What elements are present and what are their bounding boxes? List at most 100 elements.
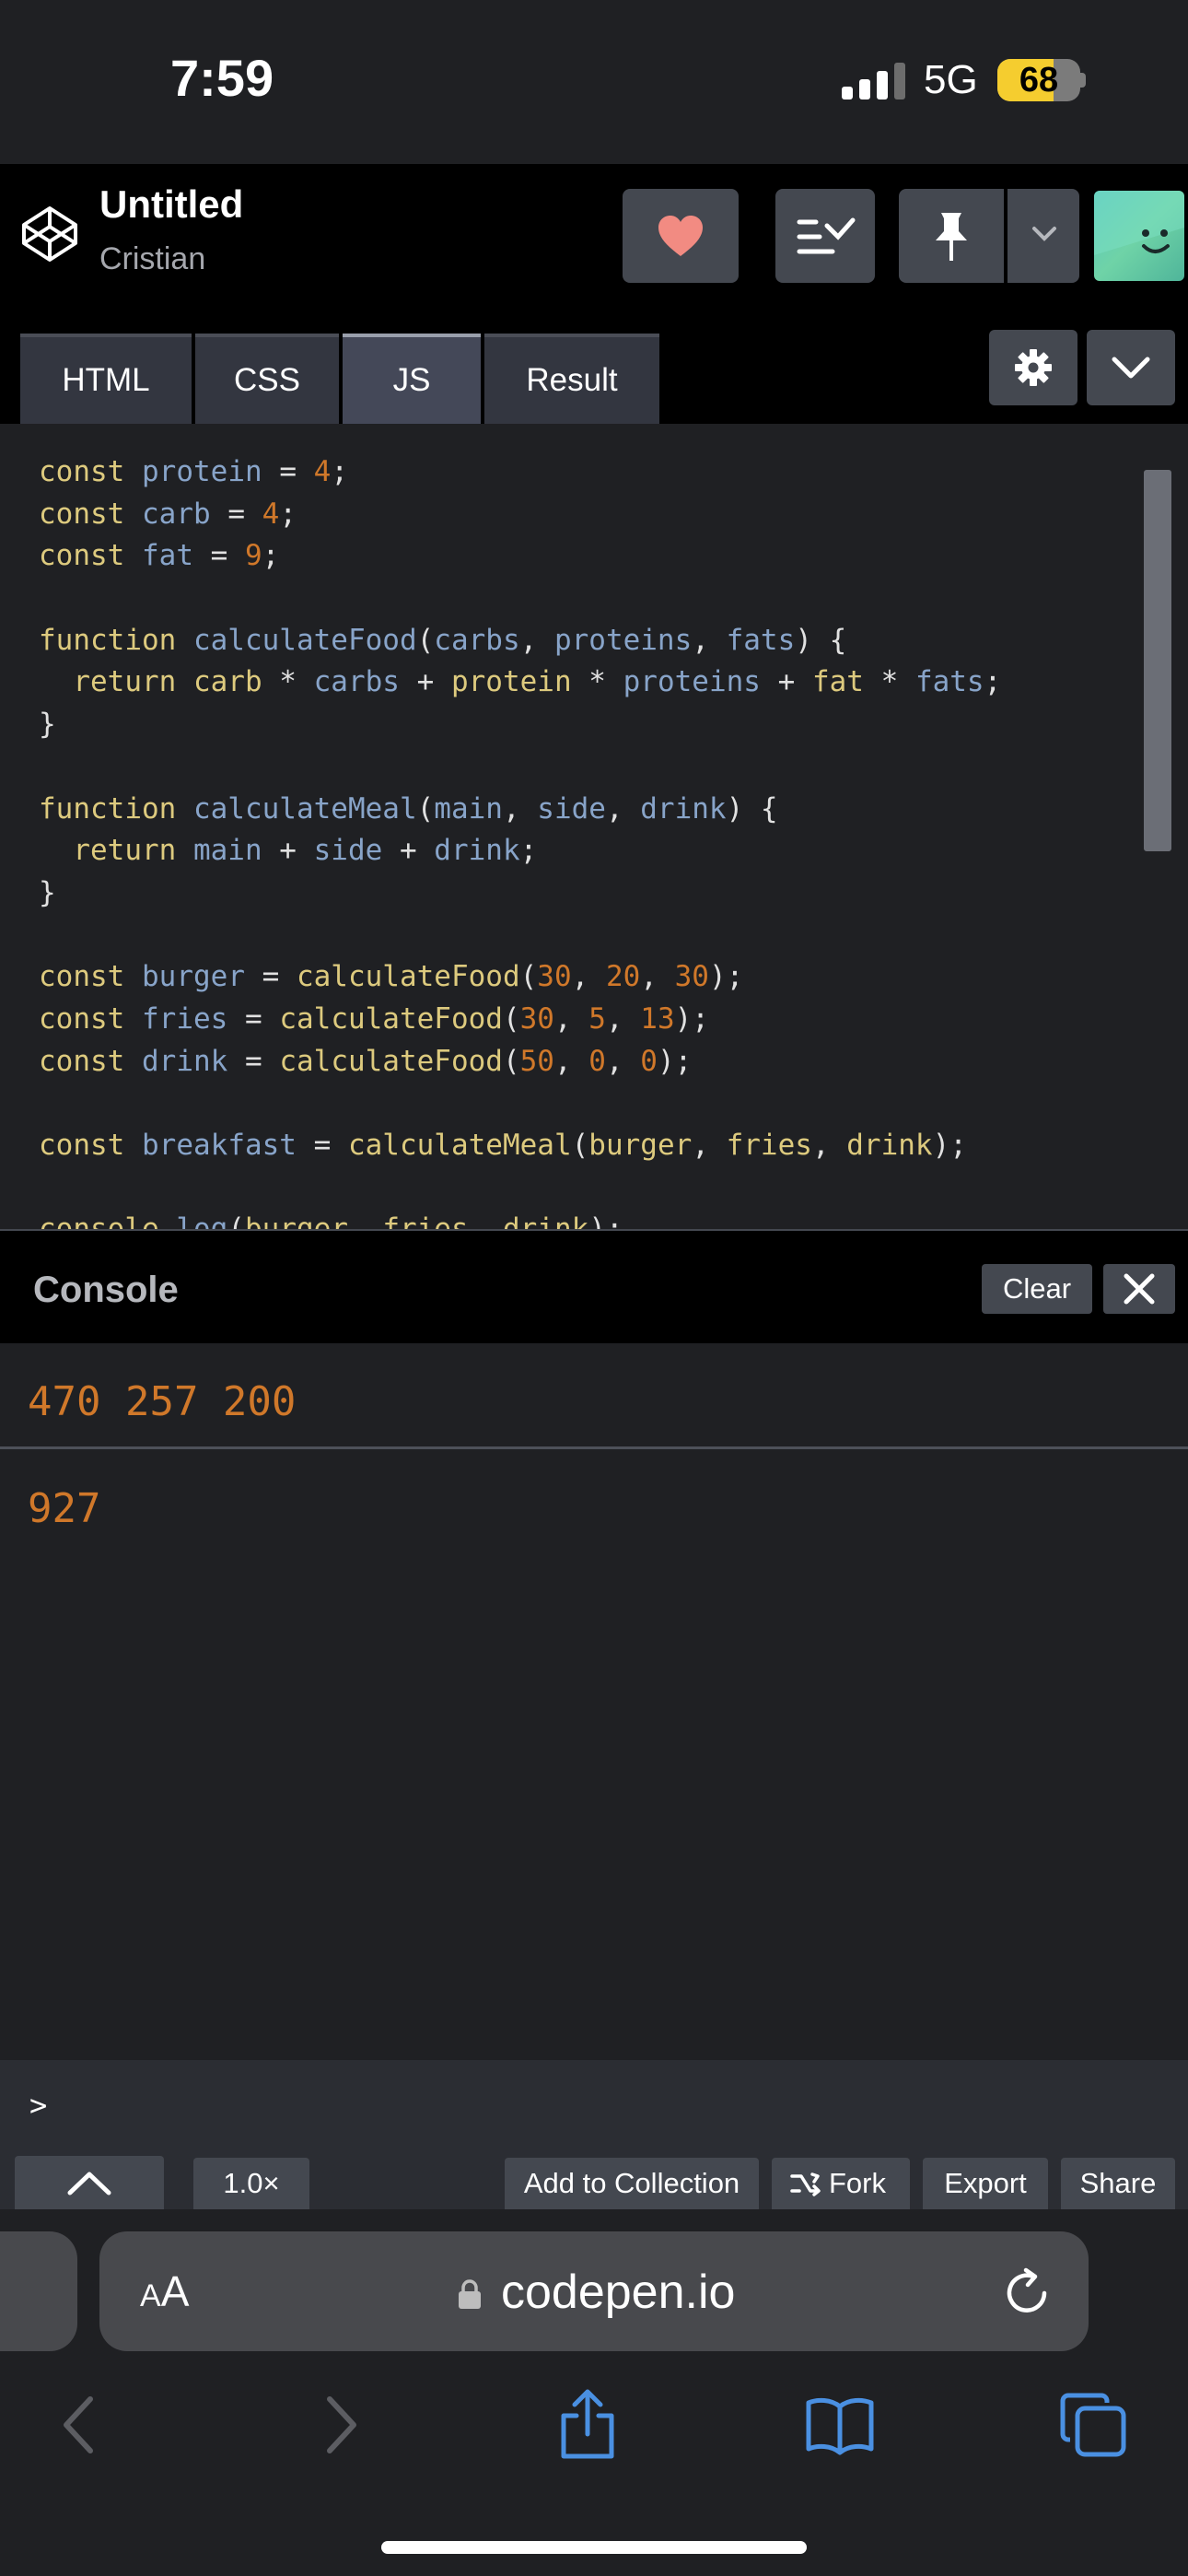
lock-icon xyxy=(459,2279,481,2309)
code-token: * xyxy=(863,665,915,699)
code-line[interactable]: const carb = 4; xyxy=(39,494,1001,536)
fork-icon xyxy=(790,2172,821,2196)
code-token: ); xyxy=(657,1044,693,1078)
code-line[interactable]: const drink = calculateFood(50, 0, 0); xyxy=(39,1041,1001,1083)
code-token: + xyxy=(760,665,812,699)
code-token: ; xyxy=(519,834,538,868)
code-line[interactable]: return main + side + drink; xyxy=(39,830,1001,872)
code-token: calculateMeal xyxy=(347,1129,572,1162)
code-token: ; xyxy=(279,497,297,531)
console-divider xyxy=(0,1446,1188,1449)
code-token: carb xyxy=(192,665,262,699)
code-line[interactable]: } xyxy=(39,872,1001,915)
code-line[interactable]: function calculateMeal(main, side, drink… xyxy=(39,789,1001,831)
tab-html[interactable]: HTML xyxy=(20,334,192,424)
code-token: ( xyxy=(502,1044,520,1078)
code-token: side xyxy=(313,834,383,868)
code-line[interactable] xyxy=(39,1083,1001,1125)
gear-icon xyxy=(1015,349,1052,386)
tab-css[interactable]: CSS xyxy=(195,334,339,424)
cellular-signal-icon xyxy=(842,63,906,100)
forward-icon[interactable] xyxy=(302,2388,376,2462)
console-close-button[interactable] xyxy=(1103,1264,1175,1314)
reader-options-button[interactable]: AA xyxy=(140,2266,189,2316)
code-line[interactable]: const breakfast = calculateMeal(burger, … xyxy=(39,1125,1001,1167)
codepen-logo-icon[interactable] xyxy=(20,205,79,263)
code-token: ( xyxy=(416,791,435,825)
tab-js[interactable]: JS xyxy=(343,334,481,424)
export-button[interactable]: Export xyxy=(923,2158,1048,2209)
code-token: . xyxy=(159,1212,177,1229)
code-token: * xyxy=(571,665,623,699)
code-token: ( xyxy=(571,1129,589,1162)
reload-icon[interactable] xyxy=(998,2265,1055,2322)
code-token: carbs xyxy=(434,623,520,657)
js-code-editor[interactable]: const protein = 4; const carb = 4; const f… xyxy=(0,424,1188,1229)
code-token: = xyxy=(227,1044,280,1078)
code-token: , xyxy=(605,1001,641,1036)
code-token: + xyxy=(399,665,451,699)
layout-list-button[interactable] xyxy=(775,189,875,283)
code-token: fats xyxy=(726,623,796,657)
pen-owner[interactable]: Cristian xyxy=(99,241,205,277)
code-line[interactable]: return carb * carbs + protein * proteins… xyxy=(39,662,1001,704)
code-token: = xyxy=(193,539,245,573)
fork-button[interactable]: Fork xyxy=(772,2158,910,2209)
code-token: , xyxy=(811,1129,847,1162)
code-line[interactable]: const protein = 4; xyxy=(39,451,1001,494)
code-line[interactable]: const burger = calculateFood(30, 20, 30)… xyxy=(39,956,1001,999)
editor-scrollbar[interactable] xyxy=(1144,470,1171,851)
code-line[interactable]: function calculateFood(carbs, proteins, … xyxy=(39,620,1001,662)
previous-tab-preview[interactable] xyxy=(0,2231,77,2351)
editor-settings-button[interactable] xyxy=(989,330,1077,405)
code-content[interactable]: const protein = 4; const carb = 4; const f… xyxy=(39,451,1001,1229)
zoom-level-button[interactable]: 1.0× xyxy=(193,2158,309,2209)
code-line[interactable]: console.log(burger, fries, drink); xyxy=(39,1209,1001,1229)
footer-expand-button[interactable] xyxy=(15,2156,164,2209)
code-token: const xyxy=(39,1129,125,1162)
code-line[interactable]: const fries = calculateFood(30, 5, 13); xyxy=(39,999,1001,1041)
code-token: ) { xyxy=(795,623,847,657)
url-text[interactable]: codepen.io xyxy=(501,2265,735,2320)
pin-button[interactable] xyxy=(899,189,1004,283)
code-token: 13 xyxy=(640,1001,675,1036)
user-avatar[interactable] xyxy=(1094,191,1184,281)
pin-dropdown-button[interactable] xyxy=(1007,189,1079,283)
code-line[interactable] xyxy=(39,1167,1001,1210)
code-token: ); xyxy=(708,960,744,994)
code-token: , xyxy=(553,1001,589,1036)
tabs-icon[interactable] xyxy=(1057,2388,1131,2462)
share-icon[interactable] xyxy=(551,2388,624,2462)
code-token: calculateFood xyxy=(192,623,417,657)
code-token: const xyxy=(39,1001,125,1036)
code-token: = xyxy=(227,1001,280,1036)
code-line[interactable] xyxy=(39,915,1001,957)
back-icon[interactable] xyxy=(44,2388,118,2462)
love-button[interactable] xyxy=(623,189,739,283)
tab-result[interactable]: Result xyxy=(484,334,659,424)
bookmarks-icon[interactable] xyxy=(803,2388,877,2462)
code-line[interactable] xyxy=(39,746,1001,789)
code-line[interactable]: const fat = 9; xyxy=(39,535,1001,578)
fork-label: Fork xyxy=(829,2167,886,2199)
add-to-collection-button[interactable]: Add to Collection xyxy=(505,2158,759,2209)
code-token: ); xyxy=(588,1212,623,1229)
code-line[interactable] xyxy=(39,578,1001,620)
console-input-bar[interactable] xyxy=(0,2060,1188,2143)
editor-collapse-button[interactable] xyxy=(1087,330,1175,405)
console-clear-button[interactable]: Clear xyxy=(982,1264,1092,1314)
code-token: log xyxy=(176,1212,227,1229)
code-token: calculateFood xyxy=(279,1001,503,1036)
pen-title[interactable]: Untitled xyxy=(99,182,243,227)
code-token: fat xyxy=(811,665,864,699)
code-token: const xyxy=(39,497,125,531)
code-token: const xyxy=(39,960,125,994)
code-token: , xyxy=(348,1212,382,1229)
code-line[interactable]: } xyxy=(39,704,1001,746)
code-token: ; xyxy=(331,455,348,488)
code-token: , xyxy=(640,960,675,994)
share-button[interactable]: Share xyxy=(1061,2158,1175,2209)
code-token: ( xyxy=(227,1212,245,1229)
